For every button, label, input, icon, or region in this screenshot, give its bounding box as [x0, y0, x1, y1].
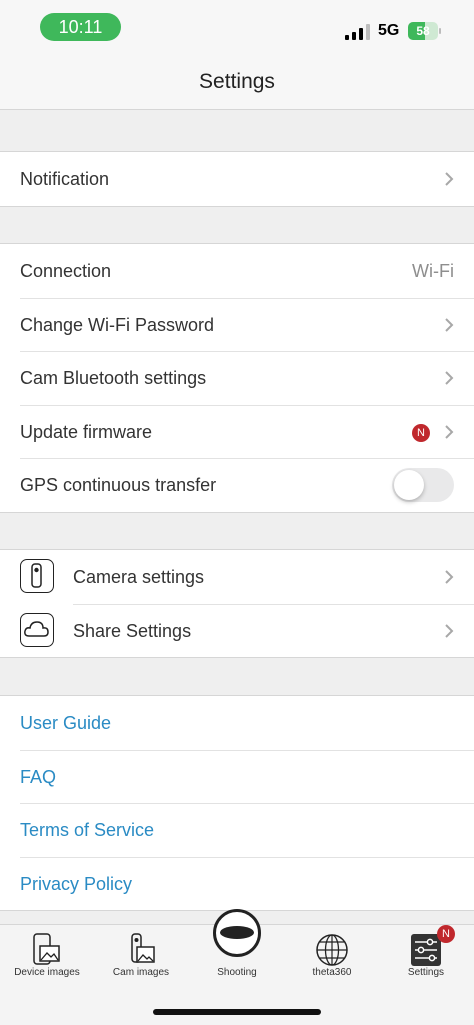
cloud-icon — [20, 612, 54, 647]
change-wifi-password-row[interactable]: Change Wi-Fi Password — [0, 297, 474, 352]
navigation-header: Settings — [0, 58, 474, 110]
connection-label: Connection — [20, 261, 112, 281]
links-group: User Guide FAQ Terms of Service Privacy … — [0, 695, 474, 911]
camera-group: Camera settings Share Settings — [0, 549, 474, 658]
battery-level: 58 — [416, 24, 430, 38]
update-firmware-row[interactable]: Update firmware N — [0, 404, 474, 459]
chevron-right-icon — [445, 172, 454, 186]
update-firmware-label: Update firmware — [20, 421, 153, 442]
privacy-policy-row[interactable]: Privacy Policy — [0, 856, 474, 911]
camera-settings-label: Camera settings — [73, 567, 205, 587]
tab-settings[interactable]: Settings — [379, 925, 473, 985]
faq-link[interactable]: FAQ — [20, 767, 56, 788]
battery-icon: 58 — [408, 22, 441, 40]
cam-bluetooth-settings-row[interactable]: Cam Bluetooth settings — [0, 351, 474, 405]
tab-shooting-label: Shooting — [217, 967, 257, 978]
terms-of-service-link[interactable]: Terms of Service — [20, 820, 154, 841]
tab-cam-images[interactable]: Cam images — [94, 925, 188, 985]
gps-continuous-transfer-row: GPS continuous transfer — [0, 458, 474, 512]
connection-group: Connection Wi-Fi Change Wi-Fi Password C… — [0, 243, 474, 513]
notification-row[interactable]: Notification — [0, 152, 474, 206]
tab-device-images[interactable]: Device images — [0, 925, 94, 985]
camera-settings-row[interactable]: Camera settings — [0, 550, 474, 604]
settings-tab-badge: N — [437, 925, 455, 943]
cam-images-icon — [131, 933, 155, 963]
tab-cam-images-label: Cam images — [112, 967, 170, 978]
user-guide-link[interactable]: User Guide — [20, 713, 111, 734]
chevron-right-icon — [445, 371, 454, 385]
gps-transfer-toggle[interactable] — [392, 468, 454, 502]
tab-theta360[interactable]: theta360 — [285, 925, 379, 985]
faq-row[interactable]: FAQ — [0, 749, 474, 804]
cam-bluetooth-settings-label: Cam Bluetooth settings — [20, 368, 207, 388]
privacy-policy-link[interactable]: Privacy Policy — [20, 874, 132, 895]
terms-of-service-row[interactable]: Terms of Service — [0, 803, 474, 857]
network-type: 5G — [378, 22, 400, 39]
new-badge: N — [412, 423, 430, 442]
notification-label: Notification — [20, 169, 110, 189]
share-settings-row[interactable]: Share Settings — [0, 603, 474, 658]
page-title: Settings — [199, 70, 275, 93]
gps-continuous-transfer-label: GPS continuous transfer — [20, 475, 217, 495]
toggle-knob — [394, 470, 424, 500]
chevron-right-icon — [445, 424, 454, 439]
share-settings-label: Share Settings — [73, 620, 192, 641]
shutter-icon — [220, 926, 254, 939]
cellular-signal-icon — [345, 24, 370, 40]
status-bar: 10:11 5G 58 — [0, 0, 474, 58]
chevron-right-icon — [445, 317, 454, 332]
user-guide-row[interactable]: User Guide — [0, 696, 474, 750]
chevron-right-icon — [445, 570, 454, 584]
status-time: 10:11 — [40, 13, 121, 41]
shutter-button[interactable] — [213, 909, 261, 957]
home-indicator[interactable] — [153, 1009, 321, 1015]
connection-row[interactable]: Connection Wi-Fi — [0, 244, 474, 298]
device-images-icon — [33, 933, 60, 965]
chevron-right-icon — [445, 623, 454, 638]
globe-icon — [316, 934, 348, 966]
notification-group: Notification — [0, 151, 474, 207]
tab-device-images-label: Device images — [14, 967, 80, 978]
tab-settings-label: Settings — [407, 967, 445, 978]
change-wifi-password-label: Change Wi-Fi Password — [20, 314, 215, 335]
tab-theta360-label: theta360 — [312, 967, 352, 978]
camera-icon — [20, 559, 54, 593]
connection-value: Wi-Fi — [412, 261, 454, 281]
